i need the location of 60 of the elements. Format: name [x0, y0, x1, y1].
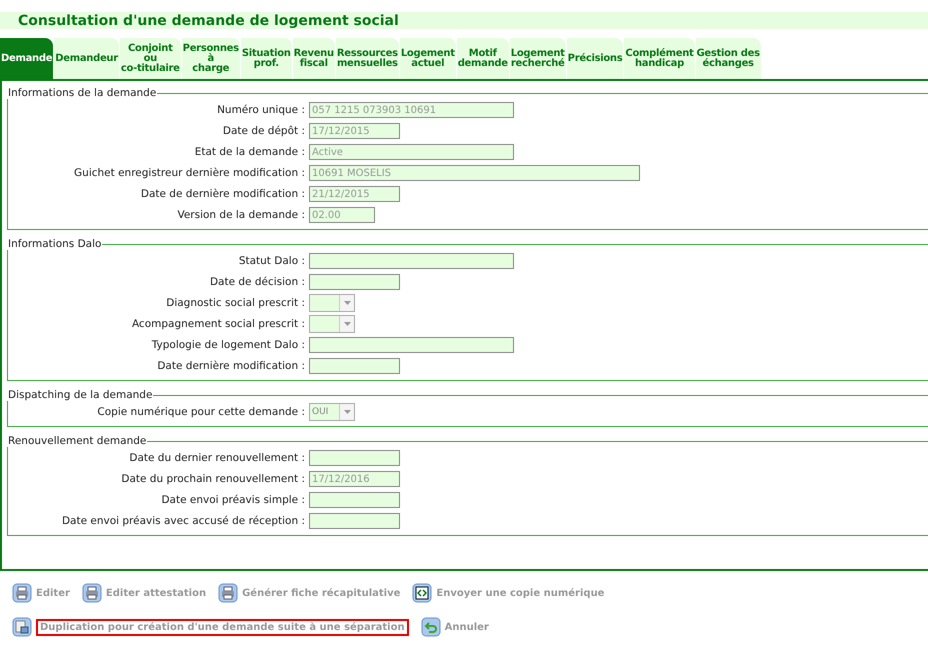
- field-label: Date envoi préavis simple :: [160, 494, 306, 506]
- dropdown[interactable]: [309, 314, 355, 332]
- input-field[interactable]: [309, 336, 514, 352]
- field-label: Date de dernière modification :: [140, 188, 306, 200]
- field-label: Statut Dalo :: [238, 254, 306, 266]
- code-arrows-icon[interactable]: [412, 583, 432, 603]
- field-label: Version de la demande :: [176, 208, 306, 220]
- input-field[interactable]: 17/12/2015: [309, 122, 400, 138]
- tab[interactable]: Complément handicap: [624, 38, 695, 79]
- input-field[interactable]: [309, 492, 400, 508]
- field-label: Etat de la demande :: [194, 146, 306, 158]
- field-label: Guichet enregistreur dernière modification :: [73, 166, 306, 178]
- input-field[interactable]: 057 1215 073903 10691: [309, 102, 514, 118]
- printer-icon[interactable]: [218, 583, 238, 603]
- section-title: Informations de la demande: [7, 87, 158, 99]
- tab[interactable]: Demandeur: [54, 38, 119, 79]
- dropdown[interactable]: OUI: [309, 402, 355, 420]
- input-field[interactable]: 21/12/2015: [309, 186, 400, 202]
- dropdown-arrow-icon[interactable]: [344, 322, 350, 326]
- tab[interactable]: Demande: [0, 38, 54, 79]
- field-label: Date de dépôt :: [222, 124, 306, 136]
- field-label: Date du dernier renouvellement :: [128, 452, 306, 464]
- field-label: Numéro unique :: [216, 104, 306, 116]
- tab[interactable]: Conjoint ou co-titulaire: [120, 38, 181, 79]
- input-field[interactable]: [309, 450, 400, 466]
- input-field[interactable]: 17/12/2016: [309, 470, 400, 486]
- input-field[interactable]: 10691 MOSELIS: [309, 164, 640, 180]
- field-label: Date dernière modification :: [156, 360, 306, 372]
- tab[interactable]: Personnes à charge: [182, 38, 240, 79]
- tab[interactable]: Situation prof.: [240, 38, 292, 79]
- tab[interactable]: Logement actuel: [400, 38, 456, 79]
- tab[interactable]: Revenu fiscal: [292, 38, 335, 79]
- field-label: Typologie de logement Dalo :: [150, 338, 306, 350]
- dropdown-arrow-icon[interactable]: [344, 410, 350, 414]
- dropdown[interactable]: [309, 294, 355, 312]
- tab[interactable]: Motif demande: [456, 38, 509, 79]
- page-title: Consultation d'une demande de logement social: [18, 12, 399, 28]
- section-title: Renouvellement demande: [7, 435, 148, 447]
- dropdown-arrow-icon[interactable]: [344, 300, 350, 304]
- tab[interactable]: Précisions: [566, 38, 624, 79]
- section-title: Informations Dalo: [7, 238, 102, 250]
- input-field[interactable]: [309, 274, 400, 290]
- tab[interactable]: Ressources mensuelles: [336, 38, 399, 79]
- field-label: Date du prochain renouvellement :: [120, 472, 306, 484]
- input-field[interactable]: [309, 512, 400, 528]
- field-label: Acompagnement social prescrit :: [130, 318, 306, 330]
- section-title: Dispatching de la demande: [7, 389, 154, 401]
- field-label: Date de décision :: [208, 276, 306, 288]
- field-label: Date envoi préavis avec accusé de réception :: [60, 514, 306, 526]
- tab[interactable]: Gestion des échanges: [696, 38, 761, 79]
- input-field[interactable]: Active: [309, 144, 514, 160]
- printer-icon[interactable]: [12, 583, 32, 603]
- input-field[interactable]: 02.00: [309, 206, 375, 222]
- printer-icon[interactable]: [82, 583, 102, 603]
- input-field[interactable]: [309, 252, 514, 268]
- field-label: Copie numérique pour cette demande :: [96, 406, 306, 418]
- document-copy-icon[interactable]: [12, 617, 32, 637]
- tab[interactable]: Logement recherché: [510, 38, 566, 79]
- field-label: Diagnostic social prescrit :: [165, 296, 306, 308]
- input-field[interactable]: [309, 358, 400, 374]
